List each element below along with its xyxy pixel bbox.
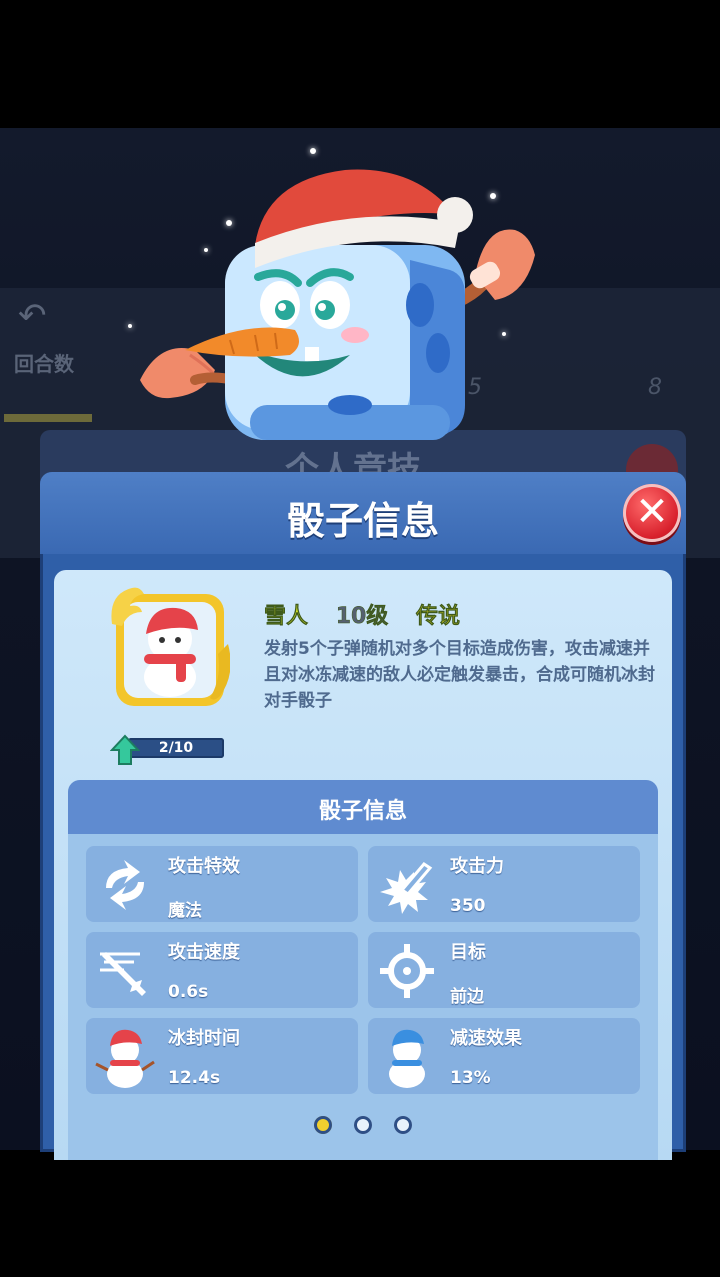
dialog-title: 骰子信息: [286, 499, 439, 543]
dice-description: 发射5个子弹随机对多个目标造成伤害，攻击减速并且对冰冻减速的敌人必定触发暴击，合…: [264, 639, 655, 711]
back-arrow-icon[interactable]: ↶: [18, 296, 47, 336]
stat-value: 前边: [450, 987, 484, 1007]
stat-value: 魔法: [168, 901, 202, 921]
dice-info-panel: 骰子信息 攻击特效 魔法 攻击力 350 攻击速度 0.6s 目标 前边 冰封时…: [68, 780, 658, 1160]
upgrade-arrow-icon: [110, 734, 140, 765]
page-dot-1[interactable]: [314, 1116, 332, 1134]
close-button[interactable]: ✕: [623, 484, 681, 542]
sword-speed-icon: [100, 952, 146, 996]
page-dot-3[interactable]: [394, 1116, 412, 1134]
stat-label: 攻击速度: [168, 942, 240, 963]
sword-impact-icon: [380, 862, 433, 914]
snowflake-icon: [310, 148, 316, 154]
close-x-icon: ✕: [635, 489, 669, 535]
snowman-blue-icon: [389, 1029, 425, 1088]
dice-info-header: 骰子信息: [68, 780, 658, 834]
swap-arrows-icon: [106, 860, 144, 910]
dice-name-row: 雪人 10级 传说: [264, 598, 480, 630]
stat-attack-power: 攻击力 350: [368, 846, 640, 922]
dice-info-title: 骰子信息: [318, 799, 407, 824]
dice-info-dialog: 骰子信息 ✕ 2/10 雪人 10级 传说 发射5个子弹随机对多个目标造成伤害，…: [40, 472, 686, 1160]
stat-slow-effect: 减速效果 13%: [368, 1018, 640, 1094]
stat-label: 减速效果: [450, 1028, 522, 1049]
stat-value: 12.4s: [168, 1068, 221, 1088]
stat-freeze-time: 冰封时间 12.4s: [86, 1018, 358, 1094]
dice-level: 10级: [335, 604, 389, 630]
snowman-dice-portrait-icon[interactable]: [110, 584, 230, 714]
dialog-header: 骰子信息 ✕: [40, 472, 686, 554]
page-dot-2[interactable]: [354, 1116, 372, 1134]
round-tick-8: 8: [648, 375, 662, 400]
stat-label: 目标: [450, 942, 486, 963]
stat-attack-speed: 攻击速度 0.6s: [86, 932, 358, 1008]
stat-value: 13%: [450, 1068, 491, 1088]
stat-label: 攻击特效: [168, 856, 240, 877]
stat-label: 冰封时间: [168, 1028, 240, 1049]
snowman-red-icon: [95, 1029, 155, 1088]
stat-target: 目标 前边: [368, 932, 640, 1008]
dice-name: 雪人: [264, 604, 309, 630]
stat-attack-effect: 攻击特效 魔法: [86, 846, 358, 922]
stat-value: 0.6s: [168, 982, 209, 1002]
stat-label: 攻击力: [450, 856, 504, 877]
crosshair-icon: [380, 944, 434, 998]
dialog-content: 2/10 雪人 10级 传说 发射5个子弹随机对多个目标造成伤害，攻击减速并且对…: [54, 570, 672, 1160]
upgrade-progress: 2/10: [110, 734, 230, 765]
dice-rarity: 传说: [415, 604, 461, 630]
upgrade-progress-text: 2/10: [158, 740, 194, 756]
page-indicator: [68, 1116, 658, 1140]
stat-value: 350: [450, 896, 486, 916]
rounds-label: 回合数: [14, 352, 74, 376]
snowman-dice-mascot-icon: [140, 169, 535, 440]
rounds-progress-bar: [4, 414, 92, 422]
